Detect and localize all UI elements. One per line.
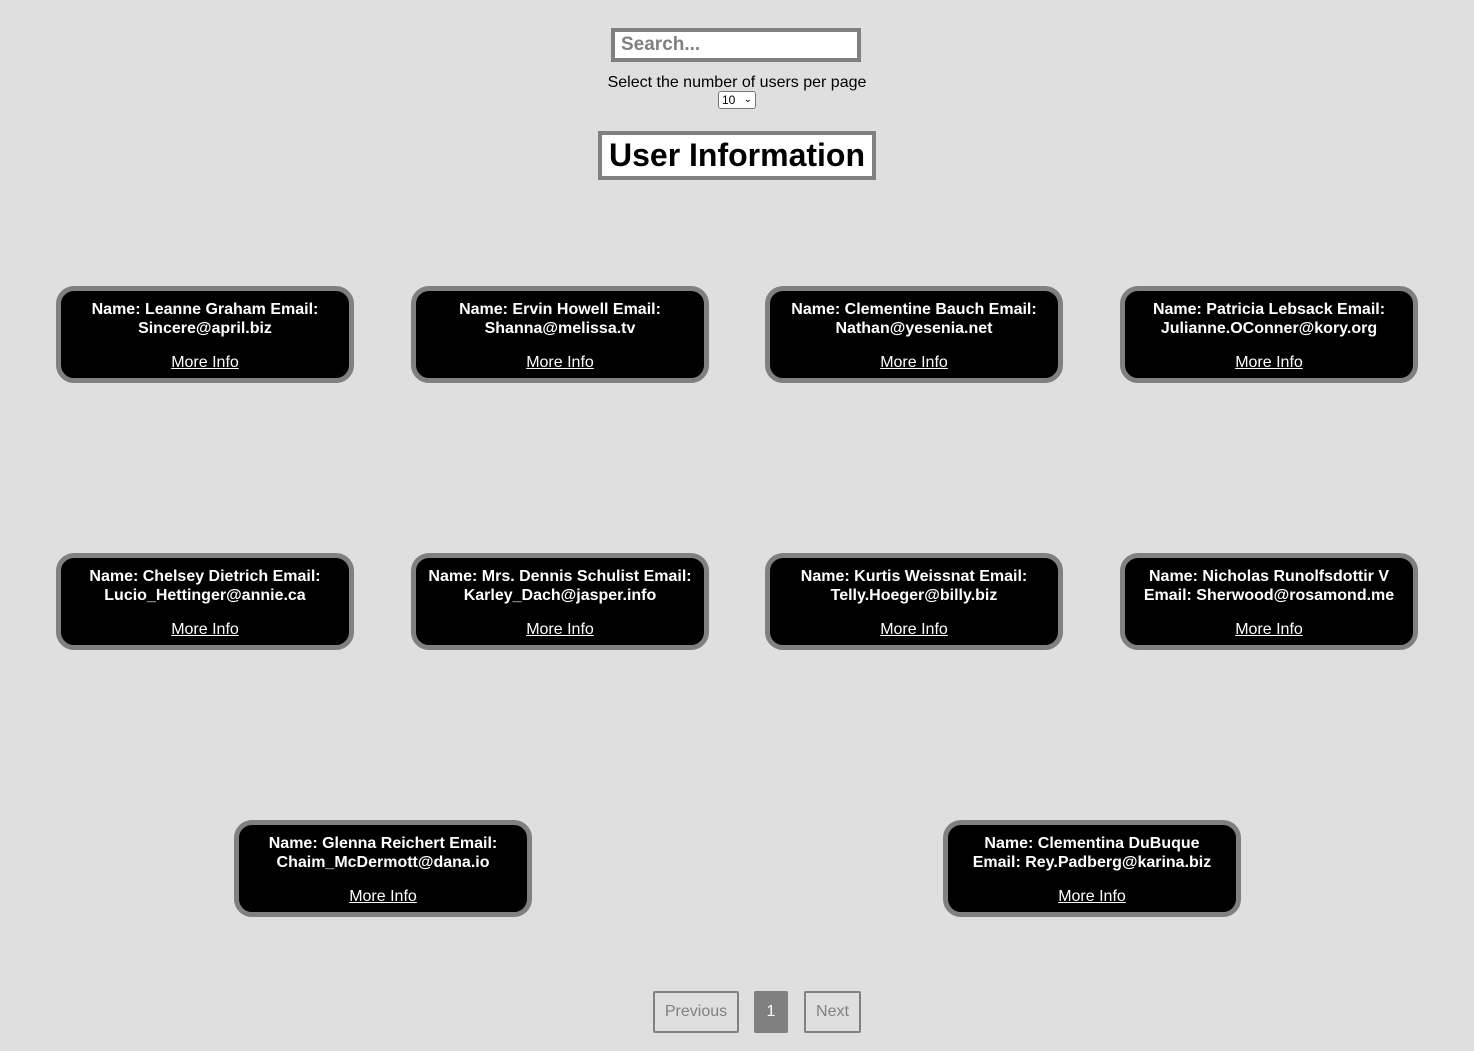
user-card: Name: Mrs. Dennis Schulist Email: Karley… [411, 553, 709, 650]
more-info-link[interactable]: More Info [526, 353, 594, 372]
more-info-link[interactable]: More Info [880, 353, 948, 372]
search-input[interactable] [615, 32, 857, 58]
user-card-info: Name: Clementine Bauch Email: Nathan@yes… [791, 301, 1037, 337]
user-card: Name: Nicholas Runolfsdottir V Email: Sh… [1120, 553, 1418, 650]
chevron-down-icon: ⌄ [743, 94, 752, 105]
page-title: User Information [608, 137, 866, 173]
user-card-info: Name: Clementina DuBuque Email: Rey.Padb… [972, 835, 1212, 871]
user-card: Name: Chelsey Dietrich Email: Lucio_Hett… [56, 553, 354, 650]
user-card: Name: Glenna Reichert Email: Chaim_McDer… [234, 820, 532, 917]
user-card-info: Name: Kurtis Weissnat Email: Telly.Hoege… [800, 568, 1028, 604]
per-page-label: Select the number of users per page [607, 74, 867, 91]
page-title-box: User Information [598, 131, 876, 180]
more-info-link[interactable]: More Info [880, 620, 948, 639]
user-directory-page: Select the number of users per page 10 ⌄… [0, 0, 1474, 1051]
per-page-selected-value: 10 [722, 93, 736, 107]
more-info-link[interactable]: More Info [1235, 620, 1303, 639]
user-card-info: Name: Glenna Reichert Email: Chaim_McDer… [268, 835, 498, 871]
search-box [611, 28, 861, 62]
more-info-link[interactable]: More Info [349, 887, 417, 906]
user-card: Name: Clementine Bauch Email: Nathan@yes… [765, 286, 1063, 383]
user-card: Name: Leanne Graham Email: Sincere@april… [56, 286, 354, 383]
user-card-info: Name: Mrs. Dennis Schulist Email: Karley… [428, 568, 692, 604]
user-card-info: Name: Ervin Howell Email: Shanna@melissa… [459, 301, 661, 337]
more-info-link[interactable]: More Info [1235, 353, 1303, 372]
more-info-link[interactable]: More Info [171, 620, 239, 639]
more-info-link[interactable]: More Info [1058, 887, 1126, 906]
user-card: Name: Patricia Lebsack Email: Julianne.O… [1120, 286, 1418, 383]
next-page-button[interactable]: Next [804, 991, 861, 1033]
per-page-select[interactable]: 10 ⌄ [718, 91, 756, 109]
more-info-link[interactable]: More Info [526, 620, 594, 639]
user-card-info: Name: Leanne Graham Email: Sincere@april… [91, 301, 319, 337]
user-card: Name: Ervin Howell Email: Shanna@melissa… [411, 286, 709, 383]
previous-page-button[interactable]: Previous [653, 991, 739, 1033]
more-info-link[interactable]: More Info [171, 353, 239, 372]
user-card: Name: Clementina DuBuque Email: Rey.Padb… [943, 820, 1241, 917]
user-card-info: Name: Patricia Lebsack Email: Julianne.O… [1152, 301, 1386, 337]
user-card-info: Name: Nicholas Runolfsdottir V Email: Sh… [1143, 568, 1395, 604]
user-card-info: Name: Chelsey Dietrich Email: Lucio_Hett… [89, 568, 321, 604]
user-card: Name: Kurtis Weissnat Email: Telly.Hoege… [765, 553, 1063, 650]
current-page-button[interactable]: 1 [754, 991, 788, 1033]
